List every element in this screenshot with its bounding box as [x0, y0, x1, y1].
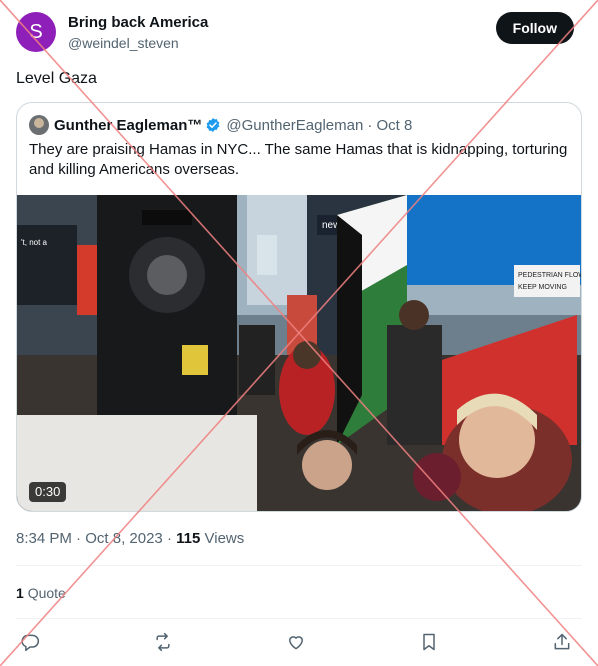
post-meta: 8:34 PM · Oct 8, 2023 · 115 Views	[16, 529, 244, 549]
repost-icon	[156, 632, 170, 652]
action-bar	[16, 628, 582, 656]
sign-text: PEDESTRIAN FLOW	[518, 272, 581, 279]
reply-button[interactable]	[16, 628, 44, 656]
quoted-post[interactable]: Gunther Eagleman™ @GuntherEagleman · Oct…	[16, 102, 582, 512]
video-frame: 't, not a new docum PEDESTRIAN FLOW KEEP…	[17, 195, 581, 511]
quoted-handle: @GuntherEagleman	[226, 116, 364, 134]
video-duration: 0:30	[29, 482, 67, 502]
handle[interactable]: @weindel_steven	[68, 33, 208, 53]
like-icon	[289, 636, 303, 650]
reply-icon	[21, 634, 40, 652]
post-time[interactable]: 8:34 PM	[16, 530, 72, 547]
like-button[interactable]	[282, 628, 310, 656]
post-text: Level Gaza	[16, 70, 97, 87]
share-button[interactable]	[548, 628, 576, 656]
divider	[16, 618, 582, 619]
quoted-avatar	[29, 115, 49, 135]
repost-button[interactable]	[149, 628, 177, 656]
avatar[interactable]: S	[16, 12, 56, 52]
post-date[interactable]: Oct 8, 2023	[85, 530, 163, 547]
quoted-date: · Oct 8	[367, 116, 413, 134]
follow-button[interactable]: Follow	[495, 12, 574, 44]
billboard-text: 't, not a	[21, 238, 48, 247]
meta-separator: ·	[166, 530, 172, 547]
bookmark-icon	[423, 633, 435, 651]
author-block: Bring back America @weindel_steven	[68, 14, 208, 53]
quoted-text: They are praising Hamas in NYC... The sa…	[29, 141, 568, 178]
quotes-count: 1	[16, 585, 24, 601]
views-count: 115	[176, 530, 201, 547]
views-label: Views	[204, 530, 245, 547]
meta-separator: ·	[76, 530, 82, 547]
verified-icon	[206, 118, 220, 132]
video-player[interactable]: 't, not a new docum PEDESTRIAN FLOW KEEP…	[17, 195, 581, 511]
display-name[interactable]: Bring back America	[68, 14, 208, 32]
quoted-post-header: Gunther Eagleman™ @GuntherEagleman · Oct…	[29, 115, 412, 135]
bookmark-button[interactable]	[415, 628, 443, 656]
divider	[16, 565, 582, 566]
quoted-display-name: Gunther Eagleman™	[54, 116, 203, 134]
quotes-label: Quote	[27, 585, 66, 601]
quotes-stat[interactable]: 1 Quote	[16, 583, 66, 603]
svg-text:KEEP MOVING: KEEP MOVING	[518, 284, 567, 291]
share-icon	[554, 633, 570, 650]
post-header: S Bring back America @weindel_steven Fol…	[16, 12, 574, 52]
